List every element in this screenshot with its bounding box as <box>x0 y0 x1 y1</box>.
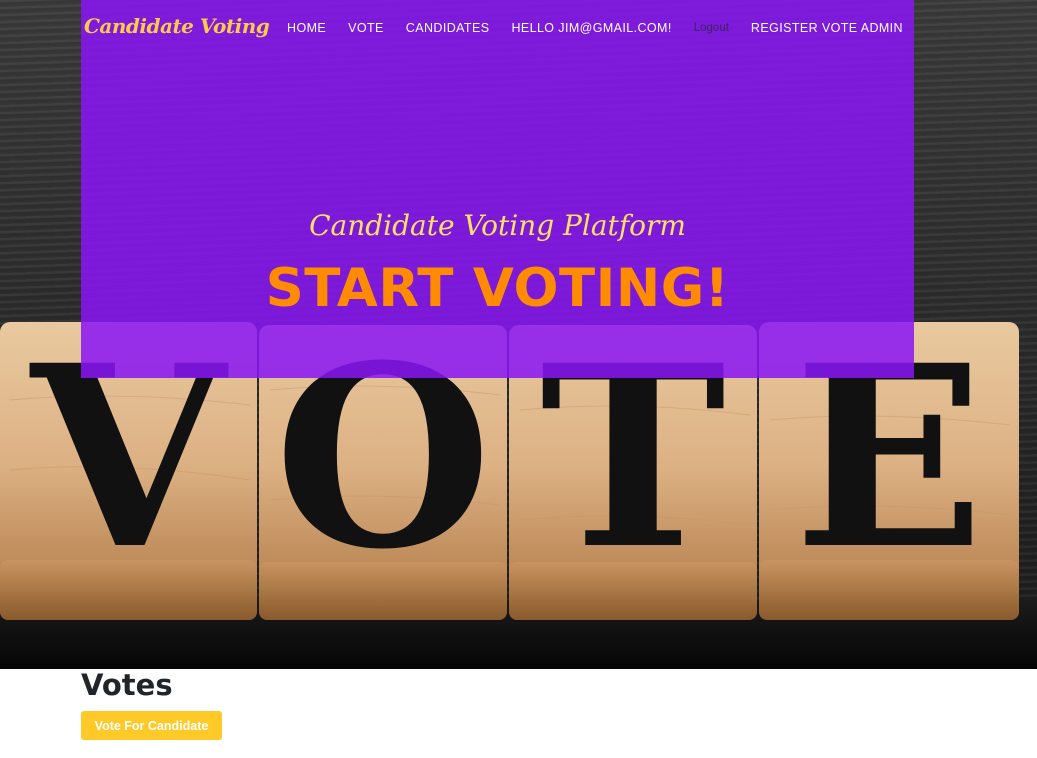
hero-overlay <box>81 0 914 378</box>
main-nav: HOME VOTE CANDIDATES HELLO JIM@GMAIL.COM… <box>265 21 903 35</box>
nav-link-candidates[interactable]: CANDIDATES <box>406 21 490 35</box>
hero-title: START VOTING! <box>265 258 730 319</box>
vote-for-candidate-button[interactable]: Vote For Candidate <box>81 711 222 740</box>
hero-section: V O T E Candidate Voting HOME VOTE CANDI… <box>0 0 1037 669</box>
nav-link-home[interactable]: HOME <box>287 21 326 35</box>
votes-heading: Votes <box>81 668 173 702</box>
nav-link-vote[interactable]: VOTE <box>348 21 384 35</box>
nav-link-user-greeting[interactable]: HELLO JIM@GMAIL.COM! <box>511 21 671 35</box>
nav-link-register-vote-admin[interactable]: REGISTER VOTE ADMIN <box>751 21 903 35</box>
brand-logo[interactable]: Candidate Voting <box>84 14 270 38</box>
hero-subtitle: Candidate Voting Platform <box>309 209 686 242</box>
nav-link-logout[interactable]: Logout <box>694 22 729 34</box>
